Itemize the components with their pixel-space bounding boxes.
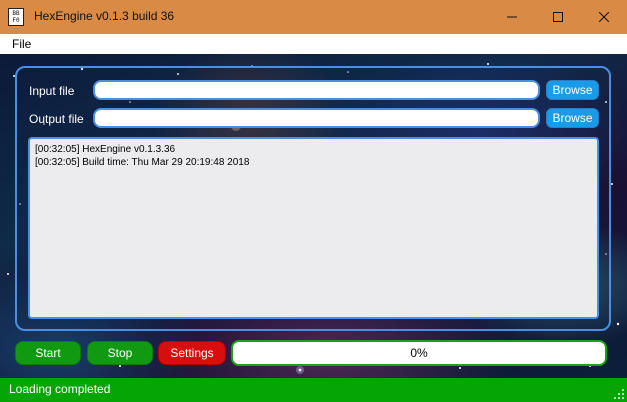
browse-output-button[interactable]: Browse: [546, 108, 599, 128]
app-icon[interactable]: BB F0: [8, 8, 24, 26]
minimize-button[interactable]: [489, 0, 535, 34]
browse-input-button[interactable]: Browse: [546, 80, 599, 100]
output-file-field[interactable]: [93, 108, 540, 128]
status-text: Loading completed: [9, 382, 111, 396]
menu-bar: File: [0, 34, 627, 54]
stop-button[interactable]: Stop: [87, 341, 153, 365]
log-line: [00:32:05] Build time: Thu Mar 29 20:19:…: [35, 157, 250, 168]
resize-grip-icon[interactable]: [614, 389, 624, 399]
log-line: [00:32:05] HexEngine v0.1.3.36: [35, 144, 176, 155]
close-button[interactable]: [581, 0, 627, 34]
progress-bar: 0%: [231, 340, 607, 366]
app-icon-text: BB F0: [12, 10, 20, 24]
minimize-icon: [507, 16, 517, 18]
maximize-icon: [553, 12, 563, 22]
log-output[interactable]: [00:32:05] HexEngine v0.1.3.36 [00:32:05…: [28, 137, 599, 319]
input-file-field[interactable]: [93, 80, 540, 100]
close-icon: [599, 12, 609, 22]
title-bar: BB F0 HexEngine v0.1.3 build 36: [0, 0, 627, 34]
input-file-label: Input file: [29, 84, 75, 98]
output-file-label: Output file: [29, 112, 84, 126]
menu-file[interactable]: File: [12, 37, 31, 51]
start-button[interactable]: Start: [15, 341, 81, 365]
progress-label: 0%: [410, 346, 428, 360]
status-bar: Loading completed: [0, 378, 627, 402]
settings-button[interactable]: Settings: [158, 341, 226, 365]
window-title: HexEngine v0.1.3 build 36: [34, 9, 175, 23]
maximize-button[interactable]: [535, 0, 581, 34]
